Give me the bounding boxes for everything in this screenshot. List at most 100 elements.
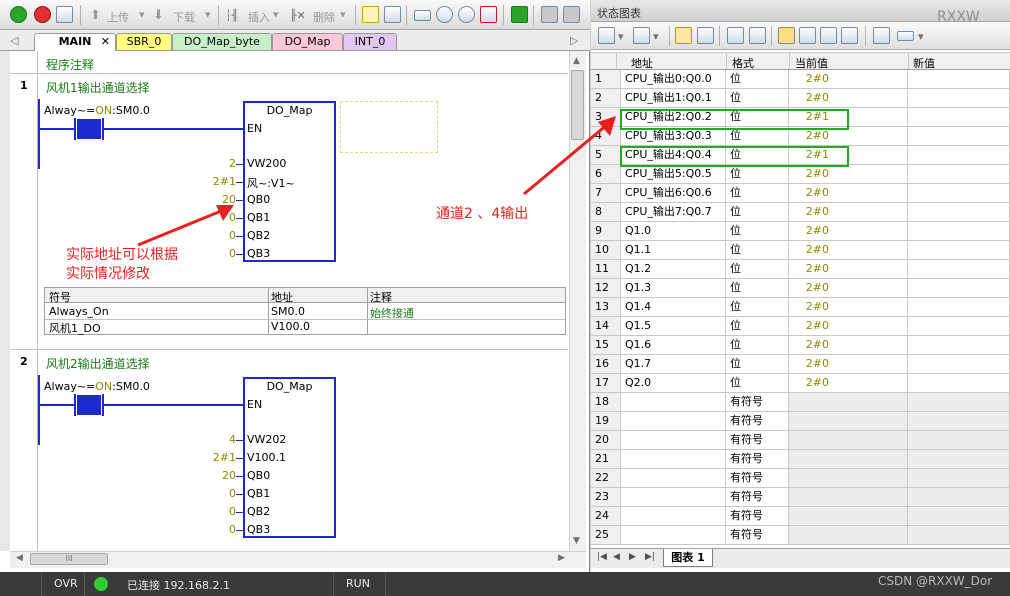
pin-operand[interactable]: QB0: [247, 193, 270, 206]
contact-icon[interactable]: [414, 10, 431, 21]
table-row[interactable]: 1 CPU_输出0:Q0.0 位 2#0: [591, 70, 1010, 89]
address-cell[interactable]: [621, 507, 726, 526]
new-value-cell[interactable]: [908, 526, 1010, 545]
new-value-cell[interactable]: [908, 184, 1010, 203]
format-cell[interactable]: 位: [726, 241, 789, 260]
format-cell[interactable]: 位: [726, 184, 789, 203]
download-icon[interactable]: ⬇: [153, 8, 164, 23]
new-value-cell[interactable]: [908, 89, 1010, 108]
tab-sbr0[interactable]: SBR_0: [116, 33, 172, 50]
delete-row-icon[interactable]: [633, 27, 650, 44]
network-2-title[interactable]: 风机2输出通道选择: [46, 355, 150, 372]
monitor-icon[interactable]: [362, 6, 379, 23]
new-value-cell[interactable]: [908, 298, 1010, 317]
address-cell[interactable]: CPU_输出0:Q0.0: [621, 70, 726, 89]
address-cell[interactable]: Q1.3: [621, 279, 726, 298]
last-sheet-icon[interactable]: ▶|: [645, 552, 655, 562]
format-cell[interactable]: 位: [726, 89, 789, 108]
new-value-cell[interactable]: [908, 165, 1010, 184]
format-cell[interactable]: 有符号: [726, 450, 789, 469]
delete-button[interactable]: 删除: [313, 9, 335, 25]
unlock-icon[interactable]: [563, 6, 580, 23]
scroll-left-icon[interactable]: ◀: [16, 553, 23, 563]
chevron-down-icon[interactable]: ▾: [205, 8, 211, 21]
tooltip-icon[interactable]: [897, 31, 914, 41]
new-value-cell[interactable]: [908, 450, 1010, 469]
back-arrow-icon[interactable]: [436, 6, 453, 23]
format-cell[interactable]: 位: [726, 298, 789, 317]
table-row[interactable]: 25 有符号: [591, 526, 1010, 545]
upload-button[interactable]: 上传: [107, 9, 129, 25]
new-value-cell[interactable]: [908, 108, 1010, 127]
pin-operand[interactable]: QB1: [247, 487, 270, 500]
address-column-header[interactable]: 地址: [631, 55, 653, 71]
address-cell[interactable]: CPU_输出1:Q0.1: [621, 89, 726, 108]
table-row[interactable]: 17 Q2.0 位 2#0: [591, 374, 1010, 393]
address-cell[interactable]: [621, 526, 726, 545]
download-button[interactable]: 下载: [173, 9, 195, 25]
address-cell[interactable]: [621, 393, 726, 412]
symbol-cell[interactable]: Always_On: [49, 305, 109, 318]
symbol-cell[interactable]: 风机1_DO: [49, 320, 101, 336]
new-value-cell[interactable]: [908, 488, 1010, 507]
table-row[interactable]: 23 有符号: [591, 488, 1010, 507]
address-cell[interactable]: Q1.7: [621, 355, 726, 374]
address-cell[interactable]: SM0.0: [271, 305, 305, 318]
address-cell[interactable]: CPU_输出5:Q0.5: [621, 165, 726, 184]
pin-operand[interactable]: QB3: [247, 523, 270, 536]
run-step-icon[interactable]: [511, 6, 528, 23]
address-cell[interactable]: [621, 469, 726, 488]
new-value-cell[interactable]: [908, 146, 1010, 165]
format-cell[interactable]: 有符号: [726, 393, 789, 412]
next-sheet-icon[interactable]: ▶: [629, 552, 636, 562]
sheet-tab-chart-1[interactable]: 图表 1: [663, 549, 713, 567]
clear-icon[interactable]: [480, 6, 497, 23]
new-value-cell[interactable]: [908, 374, 1010, 393]
table-row[interactable]: 10 Q1.1 位 2#0: [591, 241, 1010, 260]
format-cell[interactable]: 有符号: [726, 412, 789, 431]
pin-operand[interactable]: VW200: [247, 157, 286, 170]
new-value-cell[interactable]: [908, 336, 1010, 355]
address-cell[interactable]: V100.0: [271, 320, 310, 333]
prev-sheet-icon[interactable]: ◀: [613, 552, 620, 562]
compile-icon[interactable]: [56, 6, 73, 23]
table-row[interactable]: 7 CPU_输出6:Q0.6 位 2#0: [591, 184, 1010, 203]
forward-arrow-icon[interactable]: [458, 6, 475, 23]
scroll-thumb[interactable]: III: [30, 553, 108, 565]
format-cell[interactable]: 有符号: [726, 431, 789, 450]
table-row[interactable]: 22 有符号: [591, 469, 1010, 488]
format-cell[interactable]: 位: [726, 203, 789, 222]
stop-icon[interactable]: [34, 6, 51, 23]
table-row[interactable]: 11 Q1.2 位 2#0: [591, 260, 1010, 279]
new-value-cell[interactable]: [908, 507, 1010, 526]
new-value-cell[interactable]: [908, 393, 1010, 412]
format-cell[interactable]: 有符号: [726, 469, 789, 488]
address-cell[interactable]: Q1.5: [621, 317, 726, 336]
address-cell[interactable]: CPU_输出6:Q0.6: [621, 184, 726, 203]
unforce-all-icon[interactable]: [820, 27, 837, 44]
address-cell[interactable]: Q1.4: [621, 298, 726, 317]
unforce-icon[interactable]: [799, 27, 816, 44]
format-cell[interactable]: 位: [726, 317, 789, 336]
new-value-cell[interactable]: [908, 222, 1010, 241]
run-icon[interactable]: [10, 6, 27, 23]
new-value-cell[interactable]: [908, 70, 1010, 89]
new-value-cell[interactable]: [908, 203, 1010, 222]
format-column-header[interactable]: 格式: [732, 55, 754, 71]
table-row[interactable]: 21 有符号: [591, 450, 1010, 469]
insert-button[interactable]: 插入: [248, 9, 270, 25]
address-cell[interactable]: Q1.2: [621, 260, 726, 279]
contact-always-on[interactable]: [77, 395, 101, 415]
format-cell[interactable]: 位: [726, 279, 789, 298]
table-row[interactable]: 2 CPU_输出1:Q0.1 位 2#0: [591, 89, 1010, 108]
contact-always-on[interactable]: [77, 119, 101, 139]
table-row[interactable]: 20 有符号: [591, 431, 1010, 450]
chevron-down-icon[interactable]: ▾: [918, 30, 924, 43]
pin-operand[interactable]: QB3: [247, 247, 270, 260]
table-row[interactable]: 16 Q1.7 位 2#0: [591, 355, 1010, 374]
address-cell[interactable]: Q1.6: [621, 336, 726, 355]
address-cell[interactable]: [621, 488, 726, 507]
tab-scroll-right-icon[interactable]: ▷: [570, 34, 578, 47]
pin-operand[interactable]: QB2: [247, 229, 270, 242]
new-value-cell[interactable]: [908, 412, 1010, 431]
